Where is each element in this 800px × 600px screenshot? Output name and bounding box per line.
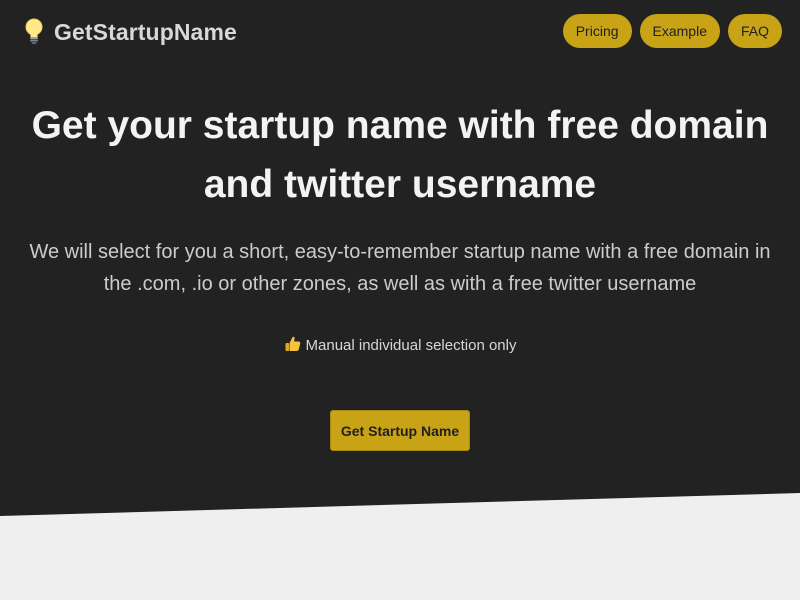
brand-name: GetStartupName (54, 18, 237, 45)
get-startup-name-button[interactable]: Get Startup Name (330, 410, 470, 451)
hero-subtitle: We will select for you a short, easy-to-… (29, 241, 771, 295)
selection-note-text: Manual individual selection only (305, 337, 517, 354)
nav-faq-button[interactable]: FAQ (727, 14, 782, 48)
main-nav: Pricing Example FAQ (562, 14, 782, 48)
thumbs-up-icon (285, 336, 300, 351)
selection-note: Manual individual selection only (0, 335, 800, 356)
lightbulb-icon (25, 18, 43, 44)
logo-link[interactable]: GetStartupName (24, 16, 237, 48)
hero-background (0, 0, 800, 600)
hero-title: Get your startup name with free domain a… (31, 104, 769, 206)
nav-example-button[interactable]: Example (639, 14, 720, 48)
site-header: GetStartupName Pricing Example FAQ (0, 0, 800, 64)
nav-pricing-button[interactable]: Pricing (562, 14, 632, 48)
